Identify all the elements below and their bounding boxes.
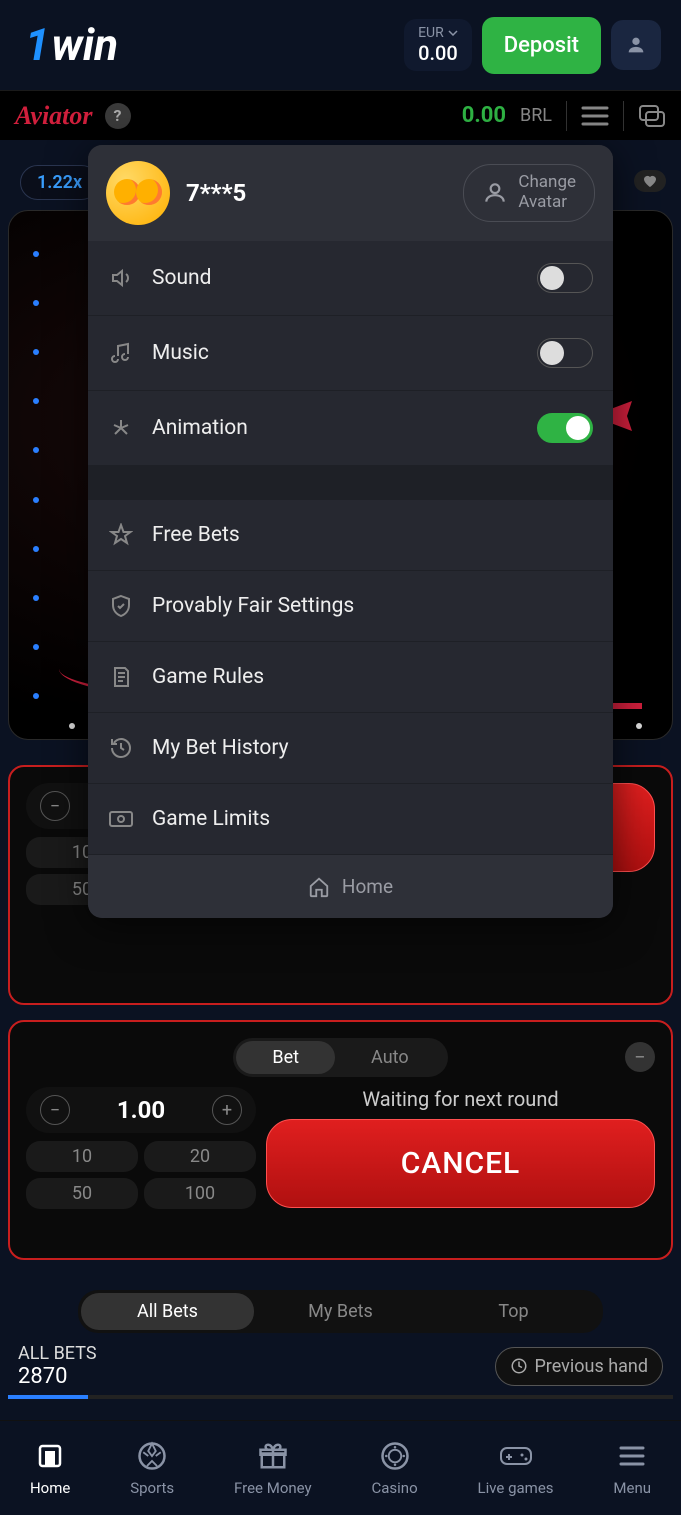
previous-hand-button[interactable]: Previous hand [495, 1347, 663, 1386]
bets-section: All Bets My Bets Top ALL BETS 2870 Previ… [8, 1290, 673, 1399]
menu-game-limits[interactable]: Game Limits [88, 784, 613, 855]
help-icon[interactable]: ? [105, 103, 131, 129]
aviator-logo: Aviator [15, 101, 93, 131]
settings-menu: 7***5 ChangeAvatar Sound Music Animation [88, 145, 613, 918]
limits-icon [108, 806, 134, 832]
nav-free-money[interactable]: Free Money [234, 1439, 312, 1497]
menu-sound: Sound [88, 241, 613, 316]
menu-game-rules[interactable]: Game Rules [88, 642, 613, 713]
bottom-nav: Home Sports Free Money Casino Live games… [0, 1420, 681, 1515]
sports-icon [137, 1441, 167, 1471]
nav-home[interactable]: Home [30, 1439, 70, 1497]
history-icon [108, 735, 134, 761]
history-icon [510, 1357, 528, 1375]
sound-toggle[interactable] [537, 263, 593, 293]
cancel-button[interactable]: CANCEL [266, 1119, 655, 1208]
waiting-text: Waiting for next round [266, 1087, 655, 1111]
all-bets-label: ALL BETS [18, 1343, 97, 1364]
game-balance-currency: BRL [520, 105, 552, 126]
tab-top[interactable]: Top [427, 1293, 600, 1330]
currency-amount: 0.00 [418, 41, 458, 65]
preset-button[interactable]: 50 [26, 1178, 138, 1209]
home-icon [308, 876, 330, 898]
menu-home-button[interactable]: Home [88, 855, 613, 918]
username: 7***5 [186, 179, 246, 207]
menu-icon [618, 1444, 646, 1468]
decrease-button[interactable]: − [40, 791, 70, 821]
profile-button[interactable] [611, 20, 661, 70]
bet-amount-input: − 1.00 + [26, 1087, 256, 1133]
nav-menu[interactable]: Menu [613, 1439, 651, 1497]
tab-all-bets[interactable]: All Bets [81, 1293, 254, 1330]
menu-bet-history[interactable]: My Bet History [88, 713, 613, 784]
rules-icon [108, 664, 134, 690]
casino-icon [380, 1441, 410, 1471]
bet-panel-2: Bet Auto − − 1.00 + 10 20 50 100 Waiting… [8, 1020, 673, 1260]
preset-button[interactable]: 10 [26, 1141, 138, 1172]
animation-icon [108, 415, 134, 441]
aviator-header: Aviator ? 0.00 BRL [0, 90, 681, 140]
nav-live-games[interactable]: Live games [478, 1439, 554, 1497]
bet-amount: 1.00 [117, 1096, 165, 1124]
user-icon [625, 34, 647, 56]
animation-toggle[interactable] [537, 413, 593, 443]
tab-my-bets[interactable]: My Bets [254, 1293, 427, 1330]
nav-casino[interactable]: Casino [372, 1439, 418, 1497]
top-header: 1win EUR 0.00 Deposit [0, 0, 681, 90]
currency-selector[interactable]: EUR 0.00 [404, 19, 472, 71]
sound-icon [108, 265, 134, 291]
bets-count: 2870 [18, 1364, 97, 1389]
home-icon [35, 1441, 65, 1471]
nav-sports[interactable]: Sports [130, 1439, 174, 1497]
gamepad-icon [499, 1444, 533, 1468]
tab-auto[interactable]: Auto [335, 1041, 445, 1074]
minimize-button[interactable]: − [625, 1042, 655, 1072]
change-avatar-button[interactable]: ChangeAvatar [463, 164, 595, 221]
shield-icon [108, 593, 134, 619]
game-balance: 0.00 [462, 103, 506, 128]
deposit-button[interactable]: Deposit [482, 17, 601, 74]
music-toggle[interactable] [537, 338, 593, 368]
tab-bet[interactable]: Bet [236, 1041, 335, 1074]
user-icon [482, 180, 508, 206]
menu-music: Music [88, 316, 613, 391]
favorite-toggle[interactable] [634, 170, 666, 192]
star-icon [108, 522, 134, 548]
avatar [106, 161, 170, 225]
heart-icon [642, 174, 658, 188]
music-icon [108, 340, 134, 366]
increase-button[interactable]: + [212, 1095, 242, 1125]
gift-icon [258, 1441, 288, 1471]
decrease-button[interactable]: − [40, 1095, 70, 1125]
chevron-down-icon [448, 30, 458, 36]
menu-provably-fair[interactable]: Provably Fair Settings [88, 571, 613, 642]
menu-free-bets[interactable]: Free Bets [88, 500, 613, 571]
preset-button[interactable]: 20 [144, 1141, 256, 1172]
site-logo[interactable]: 1win [25, 19, 118, 71]
menu-animation: Animation [88, 391, 613, 466]
chat-icon[interactable] [638, 104, 666, 128]
preset-button[interactable]: 100 [144, 1178, 256, 1209]
menu-icon[interactable] [581, 105, 609, 127]
